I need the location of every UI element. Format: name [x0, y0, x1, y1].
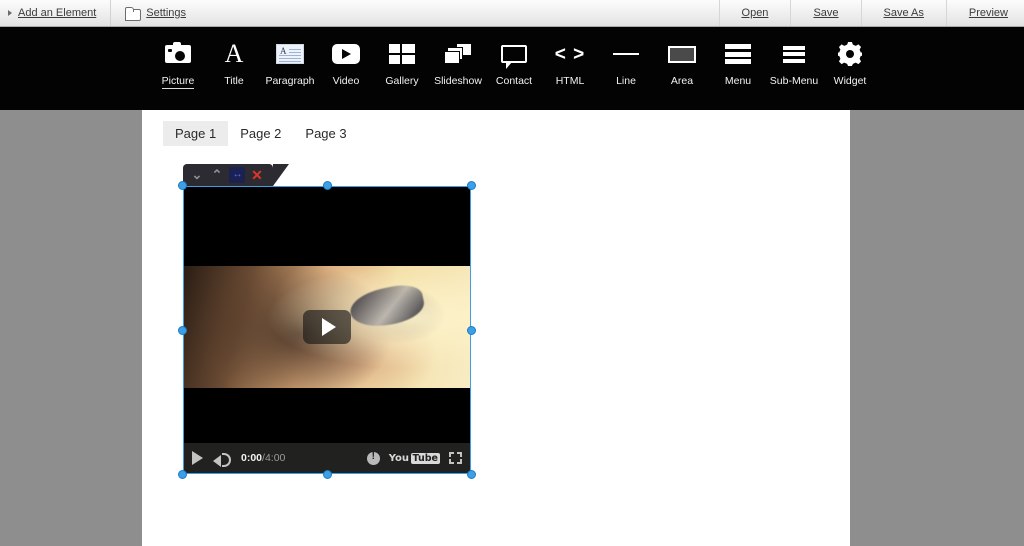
- toolbar-item-slideshow[interactable]: Slideshow: [430, 27, 486, 87]
- resize-handle-bottom-right[interactable]: [467, 470, 476, 479]
- open-button[interactable]: Open: [718, 0, 791, 26]
- video-controls-bar: 0:00/4:00 You Tube: [184, 443, 470, 473]
- hamburger-small-icon: [777, 39, 811, 69]
- resize-handle-bottom-left[interactable]: [178, 470, 187, 479]
- settings-label: Settings: [146, 7, 187, 19]
- toolbar-label-area: Area: [670, 75, 694, 87]
- move-up-icon[interactable]: ⌃: [209, 167, 225, 183]
- element-action-toolbar: ⌄ ⌃ ↔ ✕: [183, 164, 289, 186]
- resize-handle-middle-left[interactable]: [178, 325, 187, 335]
- save-button[interactable]: Save: [790, 0, 860, 26]
- add-an-element-label: Add an Element: [18, 7, 97, 19]
- top-menu-right-group: Open Save Save As Preview: [718, 0, 1024, 26]
- video-controls-right-group: You Tube: [366, 451, 462, 465]
- toolbar-item-gallery[interactable]: Gallery: [374, 27, 430, 87]
- toolbar-item-video[interactable]: Video: [318, 27, 374, 87]
- preview-button[interactable]: Preview: [945, 0, 1024, 26]
- page-tabs: Page 1 Page 2 Page 3: [163, 121, 359, 146]
- letter-a-icon: A: [224, 39, 244, 68]
- video-time-display: 0:00/4:00: [241, 452, 285, 464]
- info-icon[interactable]: [366, 451, 380, 465]
- current-time: 0:00: [241, 452, 263, 464]
- toolbar-item-widget[interactable]: Widget: [822, 27, 878, 87]
- resize-handle-middle-right[interactable]: [467, 325, 476, 335]
- horizontal-line-icon: [609, 39, 643, 69]
- toolbar-item-paragraph[interactable]: A Paragraph: [262, 27, 318, 87]
- toolbar-label-html: HTML: [555, 75, 585, 87]
- page-tab-2-label: Page 2: [240, 126, 282, 141]
- gear-icon: [833, 39, 867, 69]
- text-lines-icon: A: [273, 39, 307, 69]
- toolbar-label-sub-menu: Sub-Menu: [769, 75, 819, 87]
- toolbar-label-widget: Widget: [833, 75, 867, 87]
- top-menu-left-group: Add an Element Settings: [0, 0, 200, 26]
- page-tab-1-label: Page 1: [175, 126, 217, 141]
- code-brackets-icon: < >: [554, 43, 586, 65]
- page-sheet: Page 1 Page 2 Page 3 ⌄ ⌃ ↔ ✕ 0:00/4:00 !…: [142, 110, 850, 546]
- video-thumbnail: [184, 266, 470, 388]
- resize-handle-top-left[interactable]: [178, 181, 187, 190]
- fullscreen-icon[interactable]: [449, 452, 462, 464]
- open-label: Open: [741, 7, 769, 19]
- camera-icon: [161, 39, 195, 69]
- preview-label: Preview: [968, 7, 1008, 19]
- toolbar-label-slideshow: Slideshow: [434, 75, 482, 87]
- duration: 4:00: [264, 452, 286, 464]
- page-tab-3[interactable]: Page 3: [293, 121, 358, 146]
- selected-video-element[interactable]: ⌄ ⌃ ↔ ✕ 0:00/4:00 ! You Tube: [178, 164, 476, 479]
- resize-handle-top-right[interactable]: [467, 181, 476, 190]
- toolbar-label-line: Line: [616, 75, 636, 87]
- folder-icon: [125, 6, 142, 21]
- toolbar-item-picture[interactable]: Picture: [150, 27, 206, 89]
- toolbar-item-title[interactable]: A Title: [206, 27, 262, 88]
- element-toolbar: Picture A Title A Paragraph Video Galler…: [0, 27, 1024, 110]
- toolbar-label-video: Video: [332, 75, 360, 87]
- toolbar-item-html[interactable]: < > HTML: [542, 27, 598, 88]
- resize-icon[interactable]: ↔: [229, 167, 245, 183]
- save-as-label: Save As: [883, 7, 924, 19]
- video-player[interactable]: 0:00/4:00 You Tube: [183, 186, 471, 474]
- toolbar-item-contact[interactable]: Contact: [486, 27, 542, 87]
- page-tab-3-label: Page 3: [305, 126, 347, 141]
- arrow-bullet-icon: [8, 10, 12, 16]
- toolbar-label-menu: Menu: [724, 75, 752, 87]
- save-as-button[interactable]: Save As: [860, 0, 946, 26]
- toolbar-item-menu[interactable]: Menu: [710, 27, 766, 87]
- move-down-icon[interactable]: ⌄: [189, 167, 205, 183]
- play-icon[interactable]: [192, 451, 203, 465]
- stacked-cards-icon: [441, 39, 475, 69]
- toolbar-label-contact: Contact: [495, 75, 533, 87]
- volume-icon[interactable]: [213, 451, 231, 467]
- save-label: Save: [813, 7, 839, 19]
- add-an-element-button[interactable]: Add an Element: [0, 0, 112, 26]
- rectangle-icon: [665, 39, 699, 69]
- editor-canvas-background: Page 1 Page 2 Page 3 ⌄ ⌃ ↔ ✕ 0:00/4:00 !…: [0, 110, 1024, 546]
- close-icon[interactable]: ✕: [249, 167, 265, 183]
- toolbar-label-picture: Picture: [161, 75, 195, 89]
- resize-handle-bottom-center[interactable]: [322, 470, 332, 479]
- youtube-logo[interactable]: You Tube: [388, 452, 440, 464]
- page-tab-2[interactable]: Page 2: [228, 121, 293, 146]
- settings-button[interactable]: Settings: [111, 0, 200, 26]
- toolbar-item-sub-menu[interactable]: Sub-Menu: [766, 27, 822, 87]
- toolbar-label-title: Title: [224, 75, 244, 87]
- toolbar-item-area[interactable]: Area: [654, 27, 710, 87]
- play-button-overlay[interactable]: [303, 310, 351, 344]
- hamburger-icon: [721, 39, 755, 69]
- youtube-you-text: You: [388, 452, 410, 464]
- toolbar-label-paragraph: Paragraph: [265, 75, 315, 87]
- speech-bubble-icon: [497, 39, 531, 69]
- page-tab-1[interactable]: Page 1: [163, 121, 229, 146]
- toolbar-label-gallery: Gallery: [385, 75, 419, 87]
- toolbar-item-line[interactable]: Line: [598, 27, 654, 87]
- youtube-tube-text: Tube: [410, 452, 440, 464]
- play-icon: [329, 39, 363, 69]
- top-menu-bar: Add an Element Settings Open Save Save A…: [0, 0, 1024, 27]
- resize-handle-top-center[interactable]: [322, 181, 332, 190]
- grid-icon: [385, 39, 419, 69]
